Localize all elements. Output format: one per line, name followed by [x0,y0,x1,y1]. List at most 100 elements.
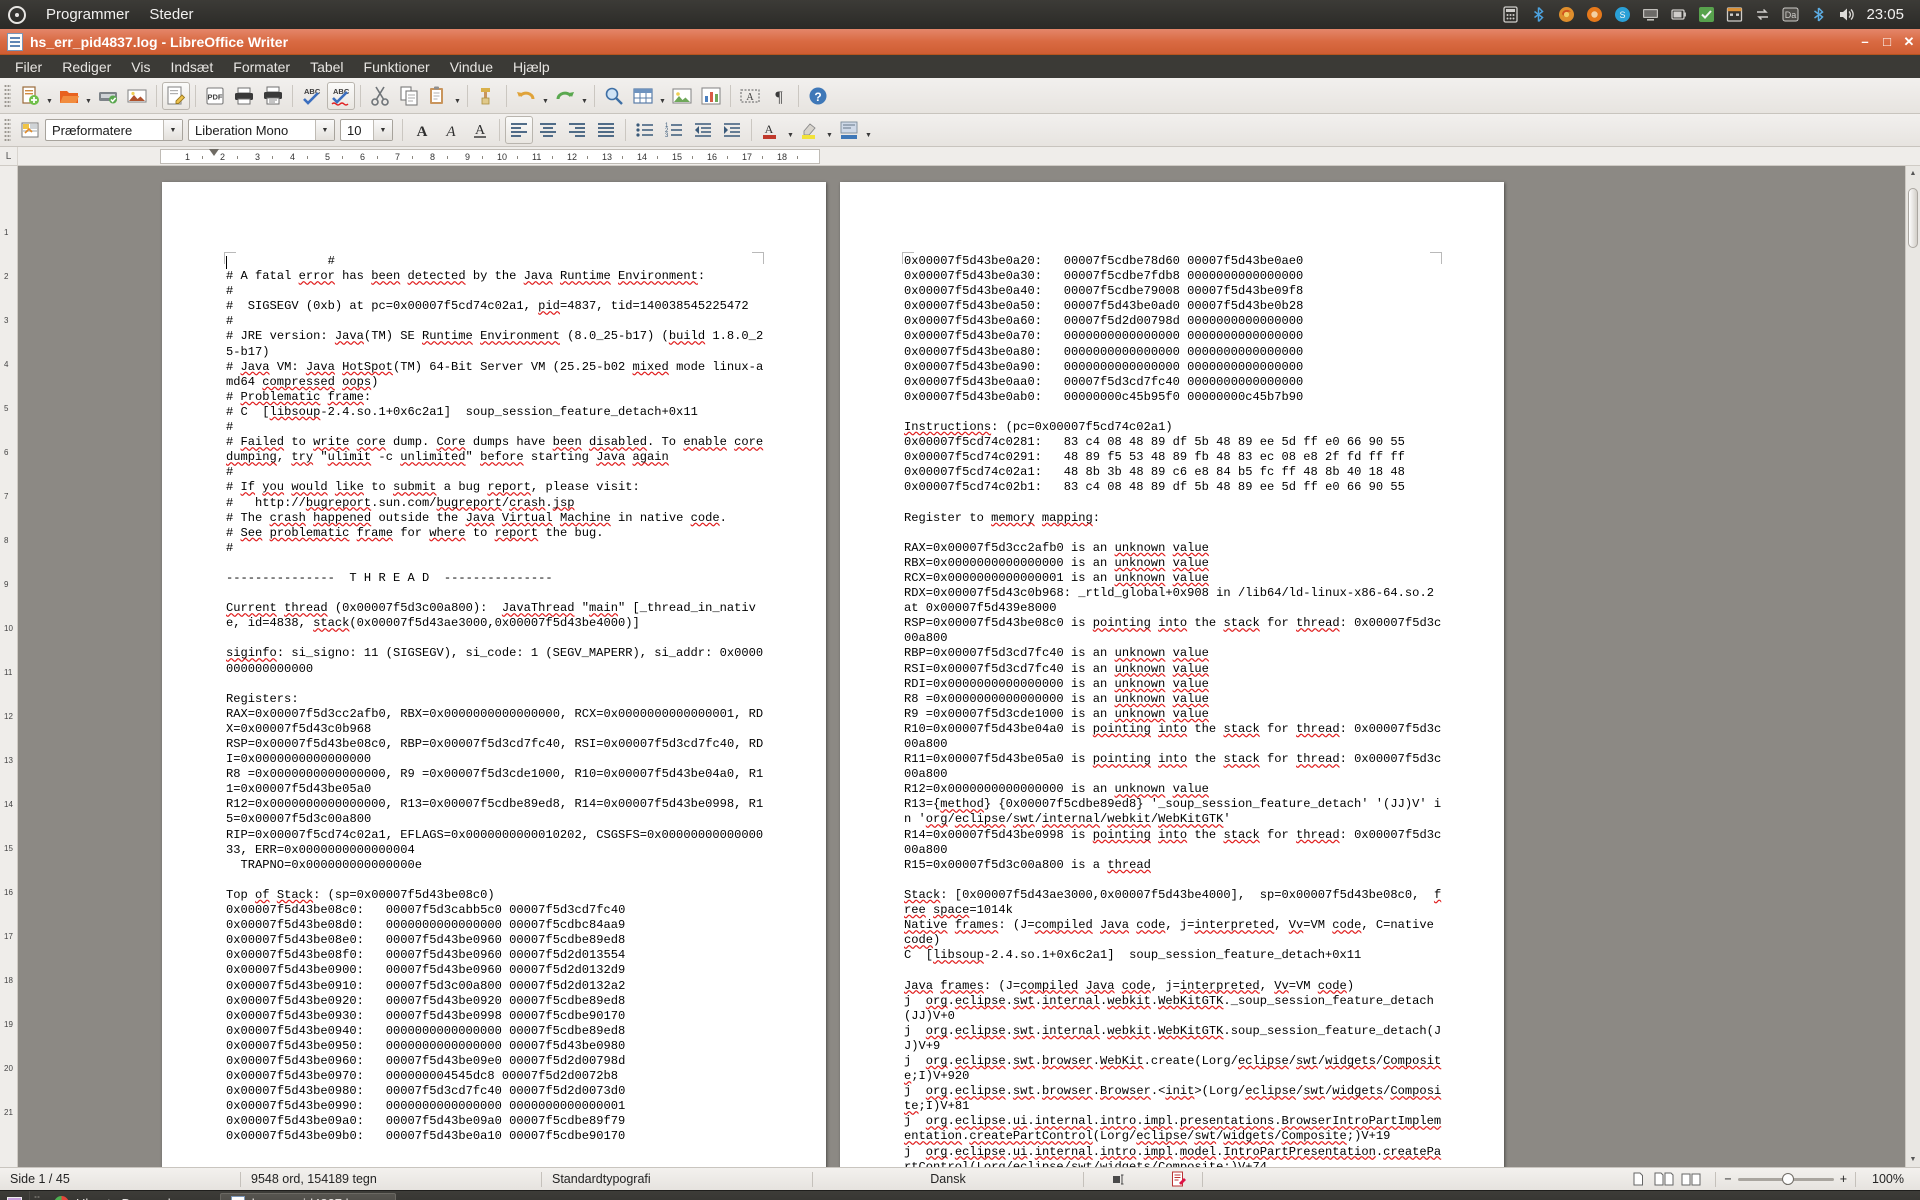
font-color-icon[interactable]: A [757,116,785,144]
vertical-ruler[interactable]: 1 2 3 4 5 6 7 8 9 10 11 12 13 14 15 16 1… [0,166,18,1167]
highlight-dropdown-chevron-down-icon[interactable]: ▼ [825,116,834,144]
panel-clock[interactable]: 23:05 [1860,6,1912,23]
book-view-icon[interactable] [1681,1172,1702,1186]
clone-formatting-icon[interactable] [473,82,501,110]
keyboard-layout-icon[interactable]: Da [1781,5,1800,24]
font-color-dropdown-chevron-down-icon[interactable]: ▼ [786,116,795,144]
table-icon[interactable] [629,82,657,110]
apply-style-icon[interactable] [16,116,44,144]
paste-dropdown-chevron-down-icon[interactable]: ▼ [453,82,462,110]
zoom-out-button[interactable]: − [1724,1172,1731,1186]
bold-icon[interactable]: A [408,116,436,144]
edit-mode-icon[interactable] [162,81,190,110]
export-pdf-icon[interactable]: PDF [201,82,229,110]
tab-stop-icon[interactable]: L [0,147,18,165]
export-pdf-as-icon[interactable] [123,82,151,110]
menu-tools[interactable]: Funktioner [354,57,440,77]
taskbar-item-chrome[interactable]: Ubuntu Danmark sup... [44,1193,220,1200]
open-dropdown-chevron-down-icon[interactable]: ▼ [84,82,93,110]
help-icon[interactable]: ? [804,82,832,110]
battery-icon[interactable] [1669,5,1688,24]
paragraph-background-icon[interactable] [835,116,863,144]
new-document-icon[interactable] [16,82,44,110]
print-icon[interactable] [230,82,258,110]
page-2-text[interactable]: 0x00007f5d43be0a20: 00007f5cdbe78d60 000… [904,254,1446,1167]
paragraph-style-combo[interactable]: Præformatere ▼ [45,119,183,141]
menu-table[interactable]: Tabel [300,57,353,77]
font-name-combo[interactable]: Liberation Mono ▼ [188,119,335,141]
undo-icon[interactable] [512,82,540,110]
align-right-icon[interactable] [563,116,591,144]
minimize-button[interactable]: – [1854,30,1876,54]
toolbar-grip[interactable] [4,83,11,108]
zoom-knob[interactable] [1781,1172,1794,1185]
text-box-icon[interactable]: A [736,82,764,110]
horizontal-ruler[interactable]: 1 2 3 4 5 6 7 8 9 10 11 12 13 14 15 16 1… [160,148,820,164]
volume-icon[interactable] [1837,5,1856,24]
page-1-text[interactable]: # # A fatal error has been detected by t… [226,254,768,1145]
justify-icon[interactable] [592,116,620,144]
selection-mode-icon[interactable] [1084,1168,1154,1190]
redo-dropdown-chevron-down-icon[interactable]: ▼ [580,82,589,110]
single-page-view-icon[interactable] [1631,1172,1648,1186]
paragraph-style-chevron-down-icon[interactable]: ▼ [163,120,182,140]
bluetooth-share-icon[interactable] [1529,5,1548,24]
new-dropdown-chevron-down-icon[interactable]: ▼ [45,82,54,110]
underline-icon[interactable]: A [466,116,494,144]
formatting-marks-icon[interactable]: ¶ [765,82,793,110]
checkmark-icon[interactable] [1697,5,1716,24]
spelling-icon[interactable]: ABC [298,82,326,110]
maximize-button[interactable]: □ [1876,30,1898,54]
first-line-indent-marker[interactable] [209,148,219,156]
scrollbar-thumb[interactable] [1908,188,1918,248]
toolbar-grip[interactable] [4,118,11,142]
zoom-track[interactable] [1737,1172,1834,1185]
sync-icon[interactable] [1753,5,1772,24]
multi-page-view-icon[interactable] [1654,1172,1675,1186]
highlight-color-icon[interactable] [796,116,824,144]
image-icon[interactable] [668,82,696,110]
vertical-scrollbar[interactable]: ▲ ▼ [1905,166,1920,1167]
copy-icon[interactable] [395,82,423,110]
decrease-indent-icon[interactable] [689,116,717,144]
table-dropdown-chevron-down-icon[interactable]: ▼ [658,82,667,110]
scroll-up-arrow-icon[interactable]: ▲ [1906,166,1920,181]
document-modified-icon[interactable] [1154,1168,1202,1190]
ubuntu-logo[interactable] [8,5,26,24]
page-1[interactable]: # # A fatal error has been detected by t… [162,182,826,1167]
calculator-icon[interactable] [1501,5,1520,24]
zoom-slider[interactable]: − + [1716,1172,1855,1186]
panel-menu-places[interactable]: Steder [139,6,203,23]
panel-menu-applications[interactable]: Programmer [36,6,139,23]
taskbar-item-writer[interactable]: hs_err_pid4837.log - ... [219,1192,397,1200]
save-icon[interactable] [94,82,122,110]
page-2[interactable]: 0x00007f5d43be0a20: 00007f5cdbe78d60 000… [840,182,1504,1167]
menu-format[interactable]: Formater [223,57,300,77]
font-size-chevron-down-icon[interactable]: ▼ [373,120,392,140]
status-word-count[interactable]: 9548 ord, 154189 tegn [241,1168,541,1190]
menu-edit[interactable]: Rediger [52,57,121,77]
status-page-style[interactable]: Standardtypografi [542,1168,812,1190]
bluetooth-icon[interactable] [1809,5,1828,24]
menu-window[interactable]: Vindue [440,57,503,77]
font-name-chevron-down-icon[interactable]: ▼ [315,120,334,140]
autospellcheck-icon[interactable]: ABC [327,81,355,110]
scroll-down-arrow-icon[interactable]: ▼ [1906,1152,1920,1167]
find-replace-icon[interactable] [600,82,628,110]
display-icon[interactable] [1641,5,1660,24]
cut-icon[interactable] [366,82,394,110]
paste-icon[interactable] [424,82,452,110]
align-center-icon[interactable] [534,116,562,144]
zoom-in-button[interactable]: + [1840,1172,1847,1186]
print-preview-icon[interactable] [259,82,287,110]
status-language[interactable]: Dansk [813,1168,1083,1190]
undo-dropdown-chevron-down-icon[interactable]: ▼ [541,82,550,110]
shutter-icon[interactable] [1585,5,1604,24]
show-desktop-button[interactable] [0,1191,30,1200]
menu-file[interactable]: Filer [5,57,52,77]
ordered-list-icon[interactable]: 123 [660,116,688,144]
redo-icon[interactable] [551,82,579,110]
close-button[interactable]: ✕ [1898,30,1920,54]
unordered-list-icon[interactable] [631,116,659,144]
menu-insert[interactable]: Indsæt [160,57,223,77]
